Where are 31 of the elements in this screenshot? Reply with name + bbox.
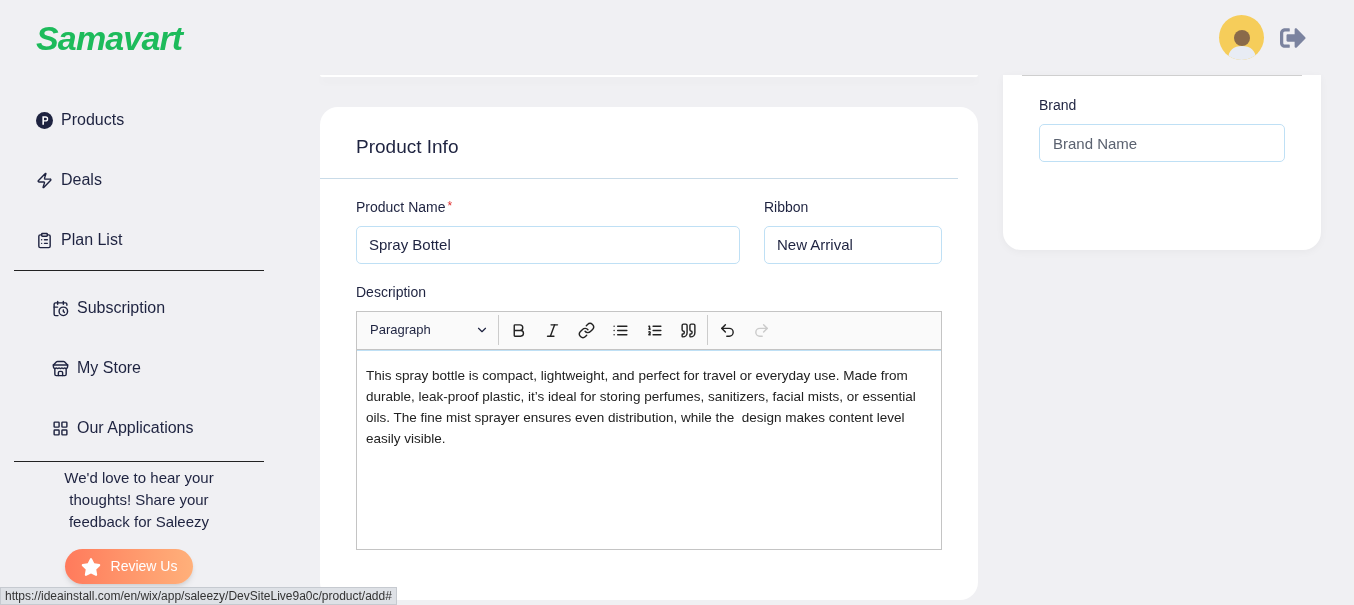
description-text: This spray bottle is compact, lightweight, and perfect for travel or everyday use. Made from durable, leak-proof plastic, it’s ideal for storing perfumes, sanitizers, facial mists, or essential oils. The fine mist sprayer ensures even distribution, while the design makes content level easily visible. [366,366,917,448]
clipboard-list-icon [36,231,53,249]
sidebar-item[interactable]: Plan List [14,210,264,270]
feedback-text: We'd love to hear your thoughts! Share your feedback for Saleezy [63,468,215,532]
field-label: Ribbon [764,197,810,217]
required-mark: * [447,197,453,215]
quote-icon [679,321,697,339]
brand-field[interactable]: Brand Name [1039,124,1285,162]
undo-icon [718,321,736,339]
redo-icon [752,321,770,339]
product-name-field[interactable]: Spray Bottel [356,225,740,264]
field-label: Description [356,282,428,302]
card-title: Product Info [356,135,460,159]
star-icon [80,556,101,577]
status-bar-url: https://ideainstall.com/en/wix/app/saleezy/DevSiteLive9a0c/product/add# [0,587,397,605]
calendar-clock-icon [52,299,69,317]
field-label: Product Name [356,197,446,217]
sidebar-item[interactable]: Products [14,90,264,150]
lightning-icon [36,171,53,189]
avatar[interactable] [1219,15,1264,60]
paragraph-dropdown[interactable]: Paragraph [361,315,499,345]
ribbon-field[interactable]: New Arrival [764,225,942,264]
store-icon [52,359,69,377]
sidebar-item[interactable]: Deals [14,150,264,210]
link-icon [577,321,595,339]
sidebar-item[interactable]: Our Applications [14,398,264,458]
sidebar-item[interactable]: Subscription [14,278,264,338]
field-label: Brand [1039,96,1078,115]
sidebar-item[interactable]: My Store [14,338,264,398]
logo: Samavart [36,20,183,55]
p-circle-icon [36,111,53,129]
